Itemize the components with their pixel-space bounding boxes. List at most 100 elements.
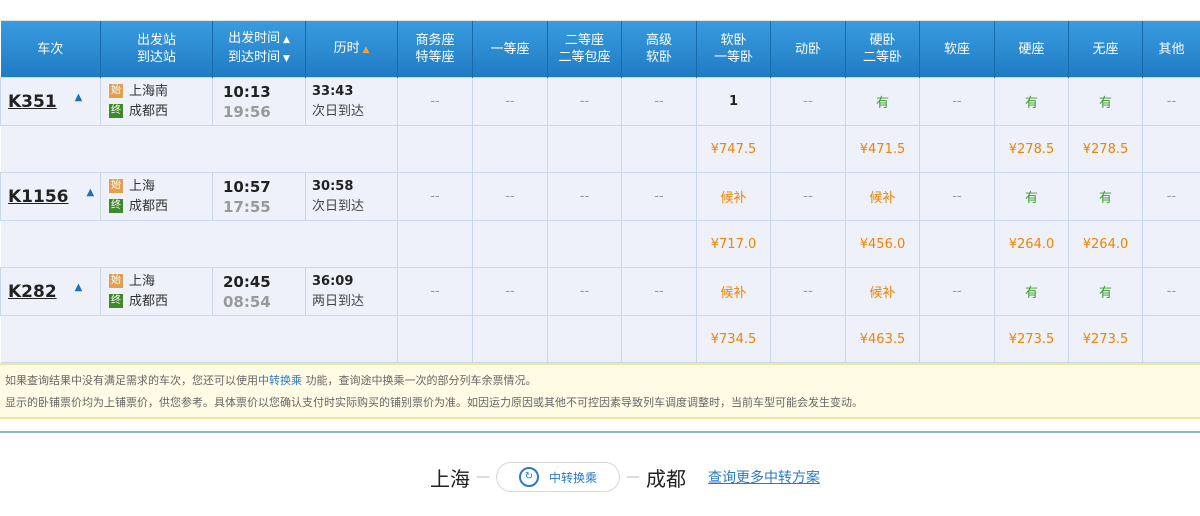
seat-availability[interactable]: 有 bbox=[1068, 77, 1143, 126]
seat-availability[interactable]: 有 bbox=[994, 267, 1069, 316]
column-header: 出发站 到达站 bbox=[100, 21, 213, 78]
train-code-link[interactable]: K351 bbox=[8, 92, 57, 112]
seat-price: ¥264.0 bbox=[1068, 220, 1143, 268]
dash: — bbox=[626, 469, 641, 485]
expand-arrow-icon[interactable]: ▲ bbox=[75, 282, 83, 293]
time-cell: 20:45 08:54 bbox=[212, 267, 306, 316]
divider bbox=[0, 431, 1200, 433]
seat-price bbox=[472, 220, 548, 268]
to-station: 成都西 bbox=[129, 103, 169, 119]
sort-up-icon[interactable]: ▲ bbox=[280, 35, 290, 45]
train-code-link[interactable]: K282 bbox=[8, 282, 57, 302]
transfer-button-label: 中转换乘 bbox=[549, 470, 598, 485]
seat-availability: -- bbox=[919, 77, 995, 126]
seat-availability: -- bbox=[621, 267, 697, 316]
top-toolbar bbox=[0, 0, 1200, 21]
seat-availability: -- bbox=[919, 172, 995, 221]
column-header: 二等座 二等包座 bbox=[547, 21, 622, 78]
train-cell: K351 ▲ bbox=[0, 77, 101, 126]
seat-availability[interactable]: 有 bbox=[1068, 172, 1143, 221]
header-label: 历时 bbox=[333, 40, 360, 56]
start-badge-icon: 始 bbox=[109, 274, 123, 288]
seat-availability[interactable]: 候补 bbox=[696, 172, 771, 221]
seat-availability[interactable]: 有 bbox=[845, 77, 920, 126]
column-header[interactable]: 出发时间 ▲ 到达时间 ▼ bbox=[212, 21, 306, 78]
column-header: 软座 bbox=[919, 21, 995, 78]
price-row: ¥747.5 ¥471.5 ¥278.5 ¥278.5 bbox=[0, 125, 1200, 173]
seat-availability[interactable]: 有 bbox=[994, 172, 1069, 221]
header-label: 动卧 bbox=[794, 41, 821, 57]
seat-availability[interactable]: 1 bbox=[696, 77, 771, 126]
duration: 36:09 bbox=[312, 273, 354, 289]
header-label: 特等座 bbox=[415, 50, 455, 65]
duration: 30:58 bbox=[312, 178, 354, 194]
train-row: K282 ▲ 始上海终成都西 20:45 08:54 36:09 两日到达 -- -- --… bbox=[0, 267, 1200, 316]
notice-price-text: 显示的卧铺票价均为上铺票价，供您参考。具体票价以您确认支付时实际购买的铺别票价为… bbox=[5, 396, 863, 409]
station-cell: 始上海终成都西 bbox=[100, 267, 213, 316]
seat-price: ¥273.5 bbox=[994, 315, 1069, 363]
seat-availability: -- bbox=[919, 267, 995, 316]
seat-availability[interactable]: 候补 bbox=[845, 267, 920, 316]
column-header: 硬卧 二等卧 bbox=[845, 21, 920, 78]
seat-price: ¥264.0 bbox=[994, 220, 1069, 268]
expand-arrow-icon[interactable]: ▲ bbox=[87, 187, 95, 198]
seat-availability: -- bbox=[547, 267, 622, 316]
seat-availability: -- bbox=[397, 77, 473, 126]
transfer-to: 成都 bbox=[646, 466, 687, 491]
header-label: 一等卧 bbox=[713, 50, 753, 65]
transfer-link[interactable]: 中转换乘 bbox=[258, 374, 302, 387]
duration: 33:43 bbox=[312, 83, 354, 99]
train-cell: K282 ▲ bbox=[0, 267, 101, 316]
seat-availability[interactable]: 有 bbox=[994, 77, 1069, 126]
seat-price bbox=[397, 315, 473, 363]
transfer-bar: 上海 — ↻ 中转换乘 — 成都 查询更多中转方案 bbox=[430, 462, 820, 492]
seat-availability: -- bbox=[547, 77, 622, 126]
arrive-time: 17:55 bbox=[223, 197, 271, 216]
start-badge-icon: 始 bbox=[109, 179, 123, 193]
seat-availability: -- bbox=[1142, 77, 1200, 126]
transfer-button[interactable]: ↻ 中转换乘 bbox=[496, 462, 621, 492]
seat-availability: -- bbox=[472, 267, 548, 316]
header-label: 其他 bbox=[1158, 41, 1185, 57]
expand-arrow-icon[interactable]: ▲ bbox=[75, 92, 83, 103]
seat-price bbox=[547, 315, 622, 363]
column-header[interactable]: 历时 ▲ bbox=[305, 21, 398, 78]
seat-availability: -- bbox=[472, 172, 548, 221]
column-header: 其他 bbox=[1142, 21, 1200, 78]
station-cell: 始上海终成都西 bbox=[100, 172, 213, 221]
depart-time: 20:45 bbox=[223, 272, 271, 291]
seat-price: ¥273.5 bbox=[1068, 315, 1143, 363]
more-transfer-link[interactable]: 查询更多中转方案 bbox=[708, 467, 820, 487]
seat-availability: -- bbox=[1142, 267, 1200, 316]
seat-price bbox=[770, 315, 846, 363]
header-label: 软卧 bbox=[720, 33, 747, 48]
train-cell: K1156 ▲ bbox=[0, 172, 101, 221]
seat-price bbox=[547, 220, 622, 268]
seat-availability: -- bbox=[397, 267, 473, 316]
sort-down-icon[interactable]: ▼ bbox=[280, 54, 290, 64]
seat-availability: -- bbox=[770, 267, 846, 316]
end-badge-icon: 终 bbox=[109, 104, 123, 118]
header-label: 软座 bbox=[943, 41, 970, 57]
arrival-day: 两日到达 bbox=[312, 293, 365, 309]
start-badge-icon: 始 bbox=[109, 84, 123, 98]
seat-availability: -- bbox=[397, 172, 473, 221]
seat-availability[interactable]: 候补 bbox=[845, 172, 920, 221]
header-label: 到达时间 bbox=[228, 50, 281, 65]
column-header: 商务座 特等座 bbox=[397, 21, 473, 78]
train-code-link[interactable]: K1156 bbox=[8, 187, 69, 207]
sort-up-icon[interactable]: ▲ bbox=[360, 45, 369, 55]
column-header: 车次 bbox=[0, 21, 101, 78]
duration-cell: 33:43 次日到达 bbox=[305, 77, 398, 126]
depart-time: 10:57 bbox=[223, 177, 271, 196]
seat-price: ¥278.5 bbox=[994, 125, 1069, 173]
transfer-from: 上海 bbox=[430, 466, 470, 491]
from-station: 上海南 bbox=[129, 83, 169, 99]
seat-price bbox=[621, 125, 697, 173]
refresh-icon: ↻ bbox=[519, 467, 539, 487]
header-label: 一等座 bbox=[490, 41, 530, 57]
seat-availability[interactable]: 候补 bbox=[696, 267, 771, 316]
header-label: 二等包座 bbox=[558, 50, 611, 65]
seat-price bbox=[919, 125, 995, 173]
seat-availability[interactable]: 有 bbox=[1068, 267, 1143, 316]
